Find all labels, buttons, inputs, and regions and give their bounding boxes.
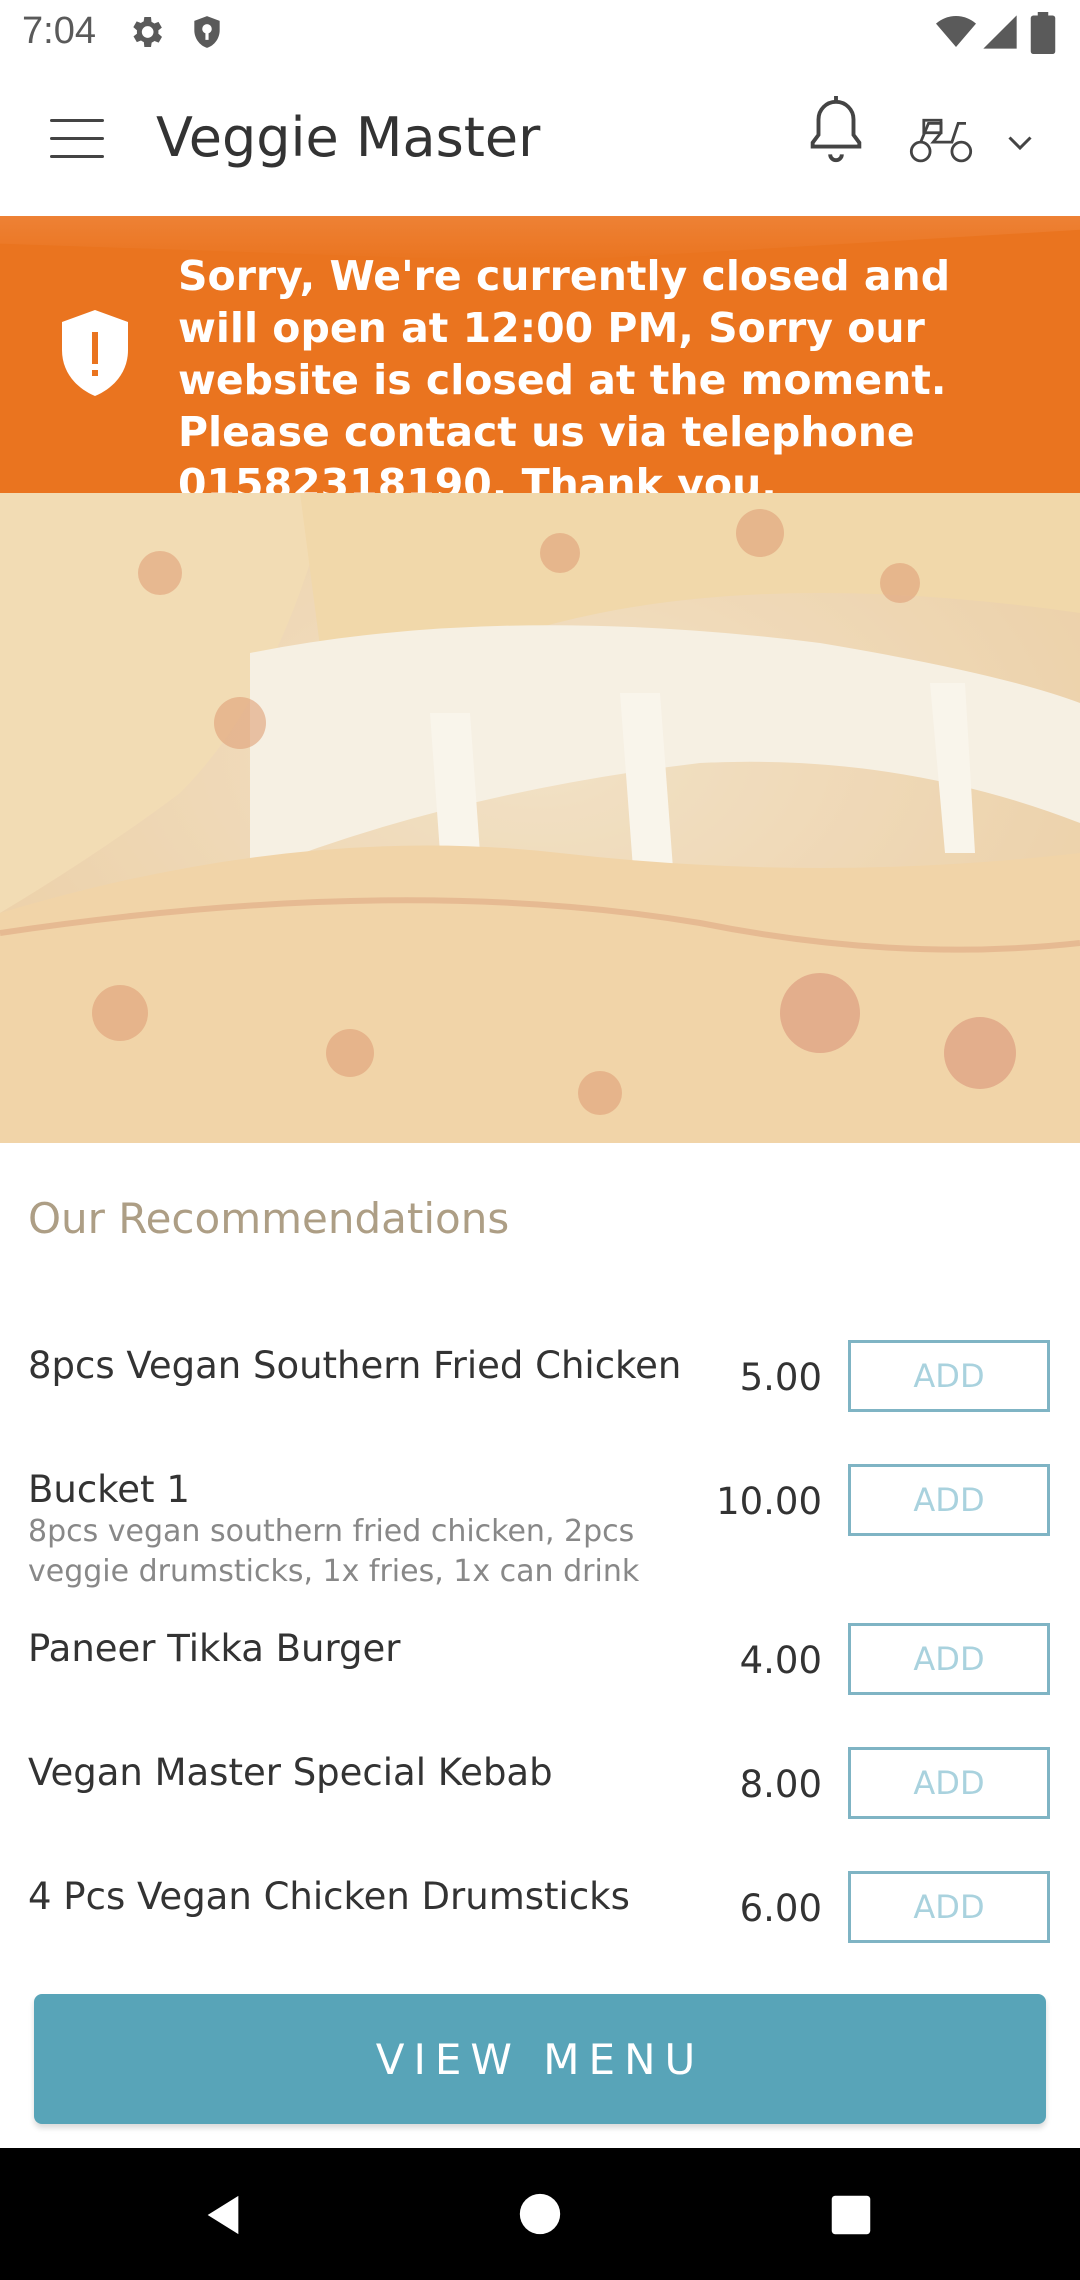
hero-pizza-image [0,493,1080,1143]
item-price: 10.00 [716,1480,822,1523]
recommendations-title: Our Recommendations [28,1194,510,1243]
status-time: 7:04 [22,10,96,52]
item-description: 8pcs vegan southern fried chicken, 2pcs … [28,1514,640,1589]
item-name: 4 Pcs Vegan Chicken Drumsticks [28,1875,630,1918]
add-button[interactable]: ADD [848,1623,1050,1695]
chevron-down-icon[interactable] [1002,124,1038,160]
view-menu-button[interactable]: VIEW MENU [34,1994,1046,2124]
scooter-icon[interactable] [906,114,976,164]
back-icon[interactable] [200,2192,246,2238]
bell-icon[interactable] [806,96,866,166]
item-price: 8.00 [739,1763,822,1806]
closed-notice-banner: Sorry, We're currently closed and will o… [0,216,1080,493]
wifi-icon [936,16,976,47]
add-button[interactable]: ADD [848,1464,1050,1536]
app-bar: Veggie Master [0,66,1080,218]
add-button[interactable]: ADD [848,1747,1050,1819]
item-name: Paneer Tikka Burger [28,1627,401,1670]
item-price: 6.00 [739,1887,822,1930]
status-bar: 7:04 [0,0,1080,66]
battery-icon [1030,12,1056,54]
add-button[interactable]: ADD [848,1340,1050,1412]
system-nav-bar [0,2148,1080,2280]
gear-icon [133,17,162,47]
item-name: Bucket 1 [28,1468,190,1511]
item-name: Vegan Master Special Kebab [28,1751,553,1794]
item-price: 4.00 [739,1639,822,1682]
home-icon[interactable] [518,2192,562,2236]
item-name: 8pcs Vegan Southern Fried Chicken [28,1344,682,1387]
page-title: Veggie Master [156,106,541,169]
shield-alert-icon [62,310,128,396]
recents-icon[interactable] [830,2194,872,2236]
menu-icon[interactable] [50,119,104,159]
item-price: 5.00 [739,1356,822,1399]
signal-icon [983,15,1017,49]
pizza-illustration [0,493,1080,1143]
banner-message: Sorry, We're currently closed and will o… [178,252,951,493]
add-button[interactable]: ADD [848,1871,1050,1943]
shield-icon [194,16,220,48]
